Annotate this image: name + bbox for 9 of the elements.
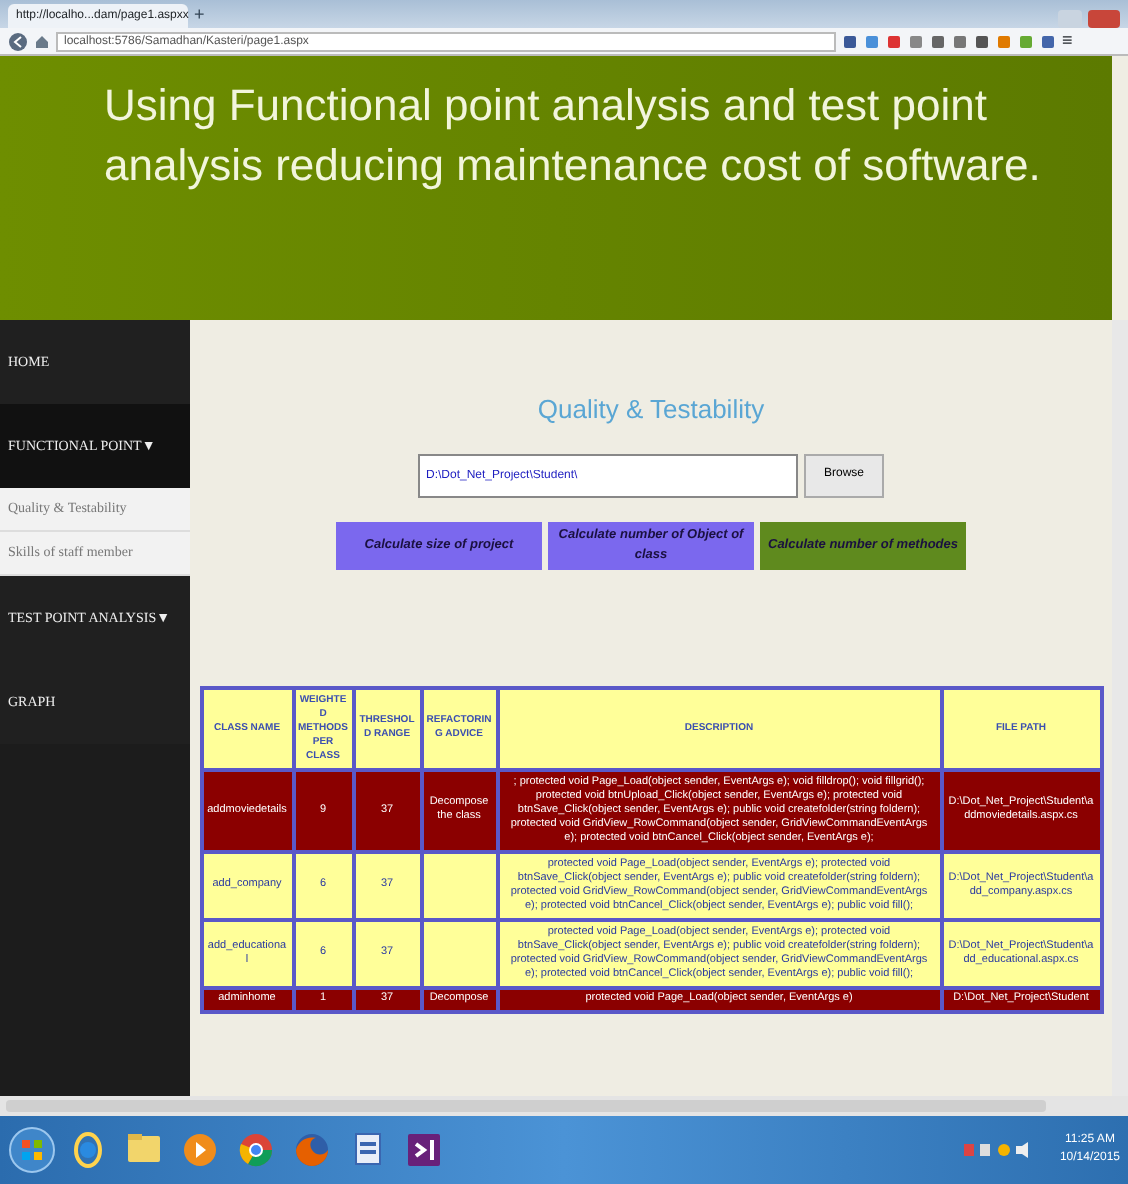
menu-button[interactable]: ≡ (1062, 27, 1073, 55)
new-tab-button[interactable]: + (194, 1, 205, 28)
home-icon[interactable] (34, 33, 50, 49)
start-button[interactable] (8, 1126, 56, 1174)
horizontal-scrollbar[interactable] (0, 1096, 1128, 1116)
vertical-scrollbar[interactable] (1112, 320, 1128, 1096)
page-title: Quality & Testability (537, 392, 765, 428)
page-header: Using Functional point analysis and test point analysis reducing maintenance cost of software. (0, 56, 1112, 320)
back-icon[interactable] (8, 31, 28, 51)
